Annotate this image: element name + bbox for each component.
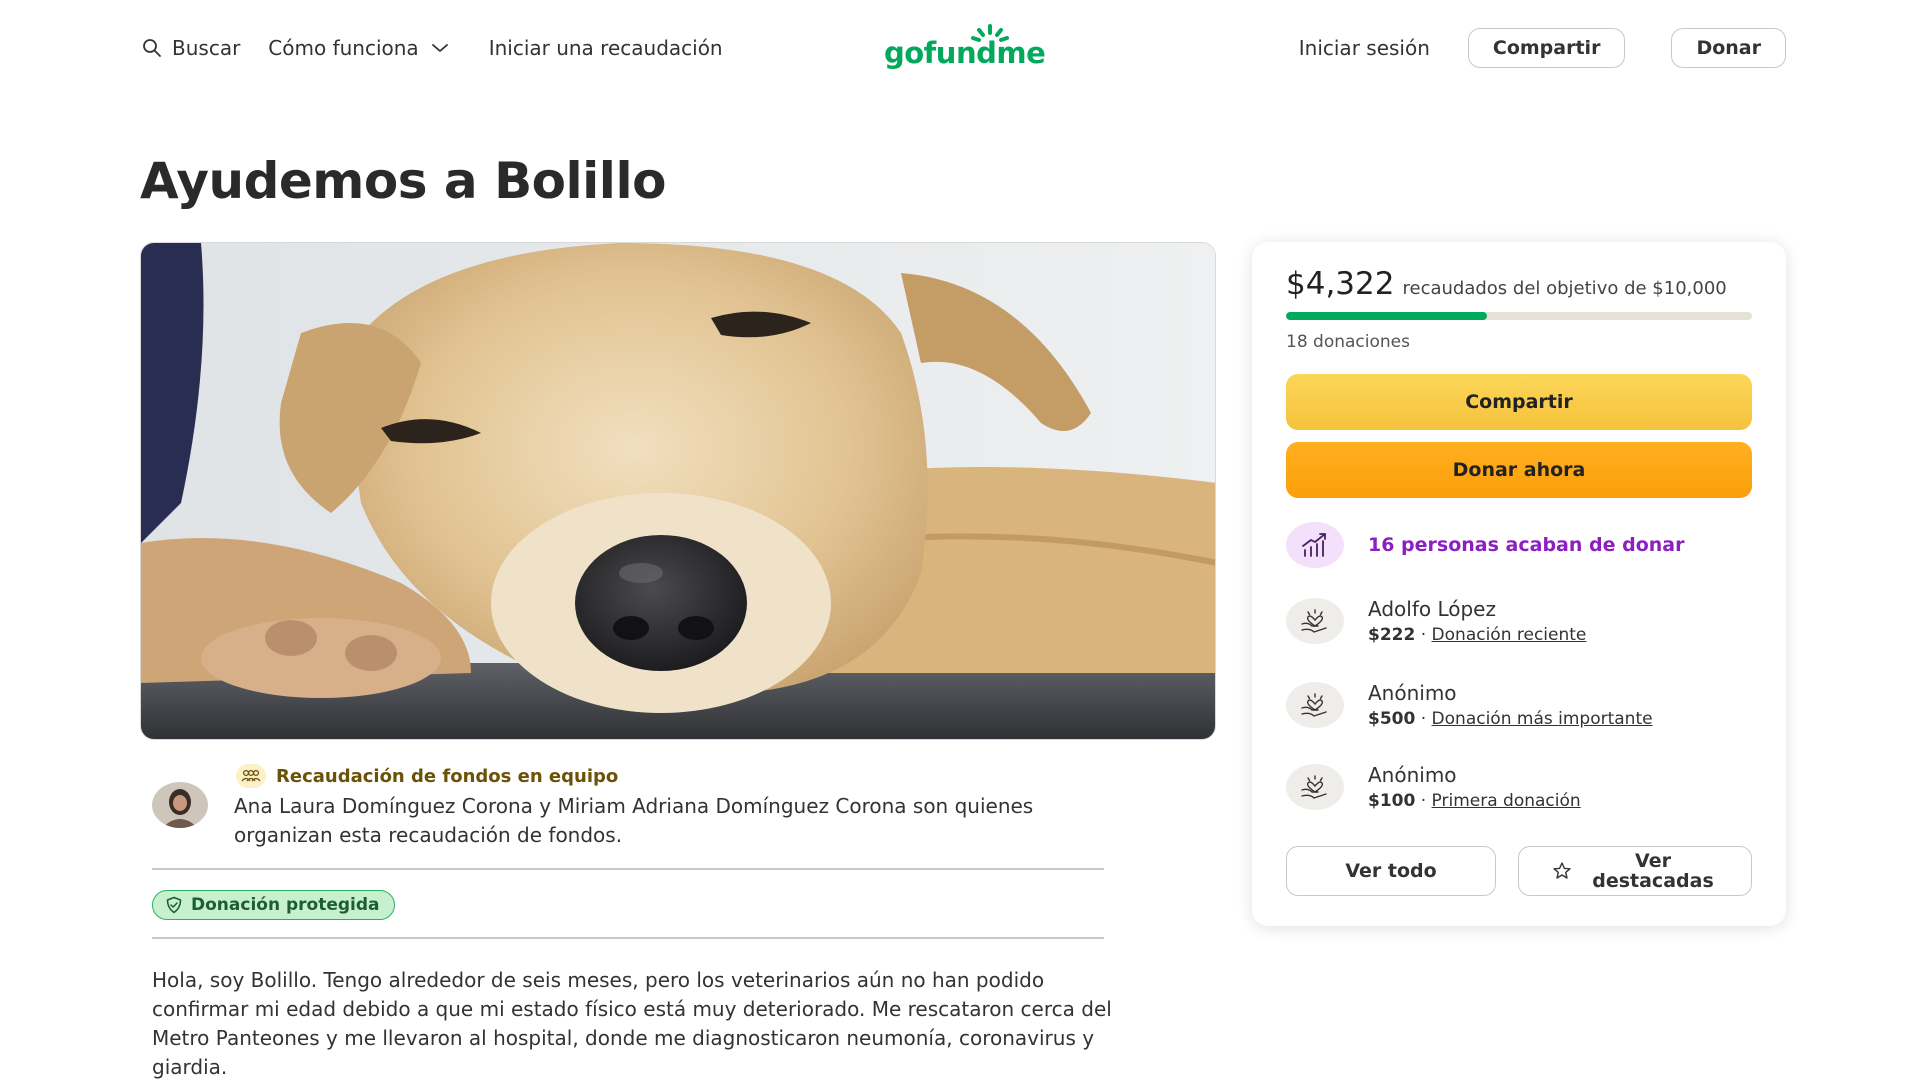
divider-bottom	[152, 937, 1104, 939]
gofundme-logo[interactable]: gofundme	[884, 22, 1046, 72]
start-fundraiser-link[interactable]: Iniciar una recaudación	[489, 36, 723, 60]
organizer-description: Ana Laura Domínguez Corona y Miriam Adri…	[234, 794, 1034, 847]
search-link[interactable]: Buscar	[142, 36, 240, 60]
nav-left: Buscar Cómo funciona Iniciar una recauda…	[142, 30, 751, 66]
protected-donation-badge[interactable]: Donación protegida	[152, 890, 395, 920]
protected-donation-label: Donación protegida	[191, 895, 380, 915]
donor-item: Anónimo $500 · Donación más importante	[1286, 680, 1653, 732]
logo-text: gofundme	[884, 36, 1046, 70]
donor-name: Anónimo	[1368, 763, 1457, 787]
recent-donors-row: 16 personas acaban de donar	[1286, 522, 1685, 568]
star-icon	[1553, 862, 1571, 879]
heart-hands-icon	[1286, 598, 1344, 644]
donor-line: $500 · Donación más importante	[1368, 706, 1653, 732]
goal-text: recaudados del objetivo de $10,000	[1402, 278, 1727, 299]
how-it-works-dropdown[interactable]: Cómo funciona	[268, 36, 448, 60]
donor-name: Adolfo López	[1368, 597, 1496, 621]
team-fundraiser-row: Recaudación de fondos en equipo	[236, 764, 618, 788]
donor-item: Adolfo López $222 · Donación reciente	[1286, 596, 1586, 648]
trending-up-icon	[1286, 522, 1344, 568]
separator-dot: ·	[1420, 709, 1432, 729]
donor-name: Anónimo	[1368, 681, 1457, 705]
donor-tag-link[interactable]: Primera donación	[1432, 791, 1581, 811]
raised-amount: $4,322	[1286, 266, 1395, 302]
heart-hands-icon	[1286, 764, 1344, 810]
top-nav: Buscar Cómo funciona Iniciar una recauda…	[0, 0, 1920, 96]
organizer-photo	[152, 782, 208, 828]
donor-tag-link[interactable]: Donación más importante	[1432, 709, 1653, 729]
signin-link[interactable]: Iniciar sesión	[1299, 36, 1430, 60]
hero-image	[140, 242, 1216, 740]
organizer-avatar[interactable]	[152, 782, 208, 828]
donor-amount: $500	[1368, 709, 1416, 729]
separator-dot: ·	[1420, 625, 1432, 645]
team-icon	[236, 764, 266, 788]
donor-amount: $100	[1368, 791, 1416, 811]
donor-amount: $222	[1368, 625, 1416, 645]
donate-now-button[interactable]: Donar ahora	[1286, 442, 1752, 498]
search-label: Buscar	[172, 36, 241, 60]
progress-fill	[1286, 312, 1488, 320]
donor-line: $222 · Donación reciente	[1368, 622, 1586, 648]
share-button[interactable]: Compartir	[1286, 374, 1752, 430]
donor-info: Adolfo López $222 · Donación reciente	[1368, 596, 1586, 648]
share-button-top[interactable]: Compartir	[1467, 28, 1626, 68]
donor-line: $100 · Primera donación	[1368, 788, 1581, 814]
donate-button-top[interactable]: Donar	[1671, 28, 1786, 68]
shield-check-icon	[166, 896, 182, 914]
how-it-works-label: Cómo funciona	[268, 36, 419, 60]
divider-top	[152, 868, 1104, 870]
donor-info: Anónimo $100 · Primera donación	[1368, 762, 1581, 814]
chevron-down-icon	[431, 44, 448, 52]
see-all-button[interactable]: Ver todo	[1286, 846, 1496, 896]
search-icon	[143, 39, 161, 57]
see-featured-label: Ver destacadas	[1592, 850, 1714, 892]
dog-photo	[141, 243, 1215, 739]
donor-item: Anónimo $100 · Primera donación	[1286, 762, 1581, 814]
donation-card: $4,322 recaudados del objetivo de $10,00…	[1252, 242, 1786, 926]
progress-bar	[1286, 312, 1752, 320]
page-title: Ayudemos a Bolillo	[140, 152, 666, 210]
story-text: Hola, soy Bolillo. Tengo alrededor de se…	[152, 968, 1112, 1079]
raised-row: $4,322 recaudados del objetivo de $10,00…	[1286, 266, 1727, 302]
recent-donors-text: 16 personas acaban de donar	[1368, 534, 1685, 556]
nav-right: Iniciar sesión Compartir Donar	[1299, 28, 1786, 68]
donor-info: Anónimo $500 · Donación más importante	[1368, 680, 1653, 732]
start-fundraiser-label: Iniciar una recaudación	[488, 36, 723, 60]
separator-dot: ·	[1420, 791, 1432, 811]
see-featured-button[interactable]: Ver destacadas	[1518, 846, 1752, 896]
donation-count: 18 donaciones	[1286, 332, 1410, 352]
heart-hands-icon	[1286, 682, 1344, 728]
donor-tag-link[interactable]: Donación reciente	[1432, 625, 1587, 645]
team-fundraiser-label: Recaudación de fondos en equipo	[276, 765, 619, 787]
